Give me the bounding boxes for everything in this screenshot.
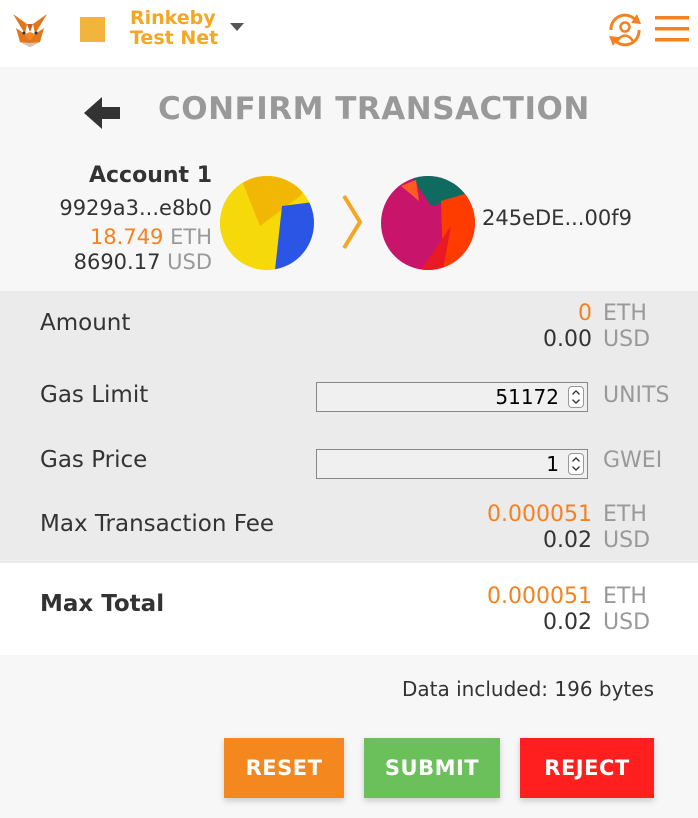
max-total-label: Max Total xyxy=(40,591,165,617)
max-fee-usd-unit: USD xyxy=(603,528,651,553)
gas-limit-value: 51172 xyxy=(495,385,559,409)
max-total-eth-value: 0.000051 xyxy=(487,584,592,609)
gas-price-input[interactable]: 1 xyxy=(316,449,588,479)
gas-price-stepper-icon[interactable] xyxy=(568,453,584,475)
gas-limit-input[interactable]: 51172 xyxy=(316,382,588,412)
to-account-address: 245eDE...00f9 xyxy=(482,206,632,230)
max-fee-label: Max Transaction Fee xyxy=(40,511,275,537)
back-arrow-icon[interactable] xyxy=(82,93,122,133)
network-name-line2: Test Net xyxy=(130,27,219,49)
gas-price-unit: GWEI xyxy=(603,448,663,473)
network-name[interactable]: Rinkeby Test Net xyxy=(130,8,225,48)
eth-unit: ETH xyxy=(170,225,212,249)
amount-eth-unit: ETH xyxy=(603,301,647,326)
max-total-usd-unit: USD xyxy=(603,610,651,635)
chevron-right-icon xyxy=(342,194,363,250)
amount-usd-unit: USD xyxy=(603,327,651,352)
from-account-eth-balance: 18.749 ETH xyxy=(90,225,212,249)
gas-limit-unit: UNITS xyxy=(603,383,670,408)
amount-usd-value: 0.00 xyxy=(543,327,592,352)
usd-balance-value: 8690.17 xyxy=(73,250,161,274)
submit-button[interactable]: SUBMIT xyxy=(364,738,500,798)
from-account-usd-balance: 8690.17 USD xyxy=(74,250,212,274)
network-name-line1: Rinkeby xyxy=(130,7,216,29)
gas-price-value: 1 xyxy=(546,452,559,476)
caret-down-icon[interactable] xyxy=(230,22,244,32)
hamburger-menu-icon[interactable] xyxy=(655,14,689,44)
gas-price-label: Gas Price xyxy=(40,447,148,473)
max-total-eth-unit: ETH xyxy=(603,584,647,609)
max-fee-eth-value: 0.000051 xyxy=(487,502,592,527)
usd-unit: USD xyxy=(167,250,212,274)
metamask-fox-icon[interactable] xyxy=(10,10,50,50)
max-fee-usd-value: 0.02 xyxy=(543,528,592,553)
network-square-icon[interactable] xyxy=(80,17,105,42)
gas-limit-label: Gas Limit xyxy=(40,382,149,408)
data-included-text: Data included: 196 bytes xyxy=(402,677,654,701)
max-total-usd-value: 0.02 xyxy=(543,610,592,635)
account-sync-icon[interactable] xyxy=(603,8,647,52)
to-account-avatar xyxy=(381,176,475,270)
amount-eth-value: 0 xyxy=(578,301,592,326)
reset-button[interactable]: RESET xyxy=(224,738,344,798)
reject-button[interactable]: REJECT xyxy=(520,738,654,798)
amount-label: Amount xyxy=(40,310,131,336)
from-account-avatar xyxy=(220,176,314,270)
max-fee-eth-unit: ETH xyxy=(603,502,647,527)
eth-balance-value: 18.749 xyxy=(89,225,164,249)
gas-limit-stepper-icon[interactable] xyxy=(568,386,584,408)
from-account-address: 9929a3...e8b0 xyxy=(59,196,212,220)
top-bar: Rinkeby Test Net xyxy=(0,0,698,67)
page-title: CONFIRM TRANSACTION xyxy=(158,91,590,127)
from-account-name: Account 1 xyxy=(88,163,212,188)
